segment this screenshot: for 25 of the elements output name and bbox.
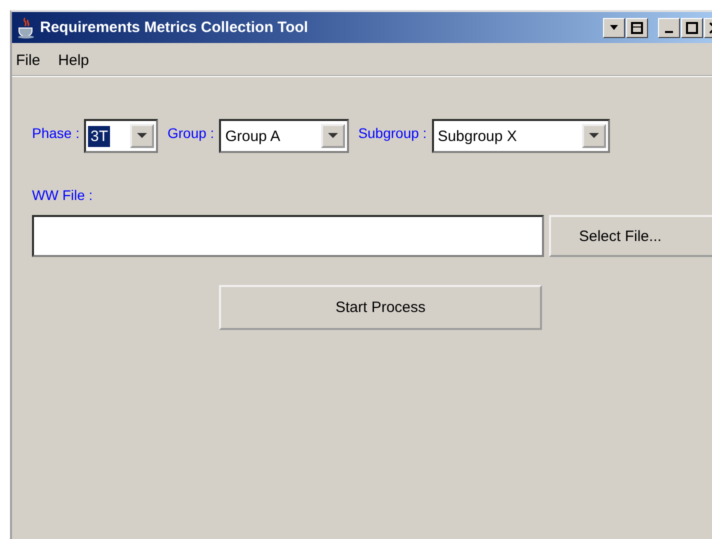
file-path-field[interactable] [32, 215, 544, 257]
start-process-button[interactable]: Start Process [219, 285, 542, 330]
caret-icon [610, 24, 618, 30]
field-label: Subgroup : [358, 125, 427, 141]
field-label: Phase : [32, 125, 80, 141]
minimize-button[interactable] [658, 18, 680, 38]
restore-icon [631, 22, 643, 34]
maximize-icon [686, 22, 698, 34]
field-label: WW File : [32, 187, 93, 203]
field-label: Group : [167, 125, 214, 141]
menu-button[interactable] [603, 18, 625, 38]
minimize-icon [665, 30, 673, 32]
select-file-button[interactable]: Select File... [549, 215, 712, 257]
dropdown[interactable]: 3T [84, 119, 158, 153]
window-title: Requirements Metrics Collection Tool [40, 19, 310, 36]
menu-item[interactable]: Help [58, 52, 90, 69]
coffee-cup-icon [16, 16, 36, 38]
caret-icon [588, 133, 599, 139]
caret-icon [137, 133, 148, 139]
menu-item[interactable]: File [16, 52, 40, 69]
restore-button[interactable] [626, 18, 648, 38]
maximize-button[interactable] [681, 18, 703, 38]
dropdown[interactable]: Subgroup X [432, 119, 610, 153]
caret-icon [328, 133, 338, 139]
dropdown[interactable]: Group A [219, 119, 350, 153]
